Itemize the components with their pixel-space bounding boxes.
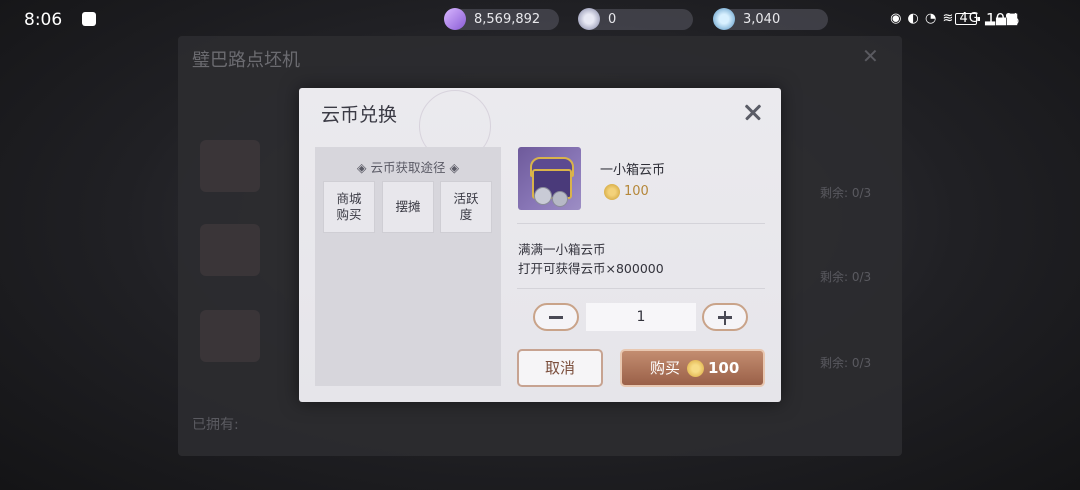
sources-title: ◈ 云币获取途径 ◈ [356,160,460,175]
quantity-input[interactable]: 1 [586,303,696,331]
status-bar: 8:06 8,569,892 0 3,040 ◉ ◐ ◔ ≋ 4G ▂▄▆ 10… [0,0,1080,40]
increase-quantity-button[interactable] [702,303,748,331]
source-shop-button[interactable]: 商城 购买 [323,181,375,233]
resource-value: 3,040 [743,12,781,27]
ticket-icon [444,8,466,30]
battery-icon [955,13,980,25]
notification-icon [82,12,96,26]
item-description: 满满一小箱云币 [518,242,606,257]
resource-cloud-coin[interactable]: 0 [578,8,693,30]
treasure-chest-icon [518,147,581,210]
background-item-thumb [200,310,260,362]
resource-value: 0 [608,12,617,27]
decrease-quantity-button[interactable] [533,303,579,331]
resource-currency[interactable]: 3,040 [713,8,828,30]
cancel-button[interactable]: 取消 [517,349,603,387]
signal-icon: ◉ ◐ ◔ ≋ [890,11,960,26]
exchange-dialog: 云币兑换 ◈ 云币获取途径 ◈ 商城 购买 摆摊 活跃 度 一小箱云币 100 … [299,88,781,402]
clock: 8:06 [24,10,63,30]
coin-icon [604,184,620,200]
source-stall-button[interactable]: 摆摊 [382,181,434,233]
item-name: 一小箱云币 [600,163,666,178]
item-description-detail: 打开可获得云币×800000 [518,261,664,276]
source-activity-button[interactable]: 活跃 度 [440,181,492,233]
dialog-title: 云币兑换 [321,104,398,126]
divider [517,288,765,289]
resource-ticket[interactable]: 8,569,892 [444,8,559,30]
buy-label: 购买 [650,359,681,377]
background-remaining: 剩余: 0/3 [820,356,872,370]
divider [517,223,765,224]
background-page-title: 璧巴路点坯机 [192,50,300,71]
currency-icon [713,8,735,30]
background-item-thumb [200,140,260,192]
background-item-thumb [200,224,260,276]
close-icon[interactable] [739,98,767,126]
coin-icon [687,360,704,377]
background-owned-label: 已拥有: [192,417,239,433]
background-remaining: 剩余: 0/3 [820,186,872,200]
cloud-coin-icon [578,8,600,30]
resource-value: 8,569,892 [474,12,541,27]
background-remaining: 剩余: 0/3 [820,270,872,284]
sources-panel: ◈ 云币获取途径 ◈ 商城 购买 摆摊 活跃 度 [315,147,501,386]
buy-button[interactable]: 购买 100 [620,349,765,387]
battery-percentage: 10% [986,10,1020,28]
item-price: 100 [624,184,649,199]
background-close-icon: ✕ [862,44,879,68]
buy-price: 100 [708,359,740,377]
